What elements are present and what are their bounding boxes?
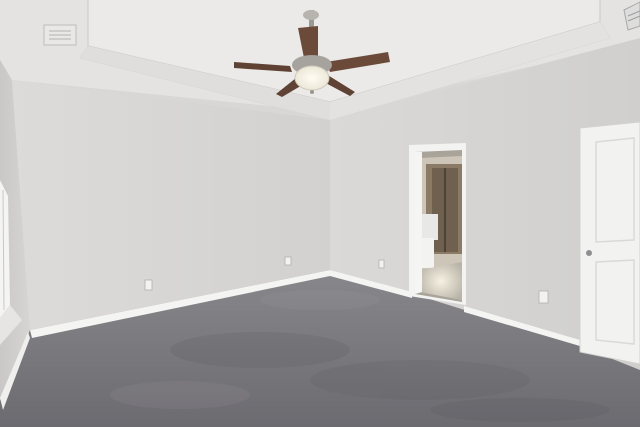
room-photo	[0, 0, 640, 427]
door-knob-icon[interactable]	[586, 250, 592, 256]
fan-light	[294, 65, 330, 91]
closet-door[interactable]	[579, 121, 640, 365]
outlet-icon	[144, 279, 153, 291]
bathroom-doorway	[409, 143, 466, 305]
outlet-icon	[538, 290, 549, 304]
outlet-icon	[378, 259, 385, 269]
air-vent-icon	[43, 24, 77, 46]
outlet-icon	[284, 256, 292, 266]
